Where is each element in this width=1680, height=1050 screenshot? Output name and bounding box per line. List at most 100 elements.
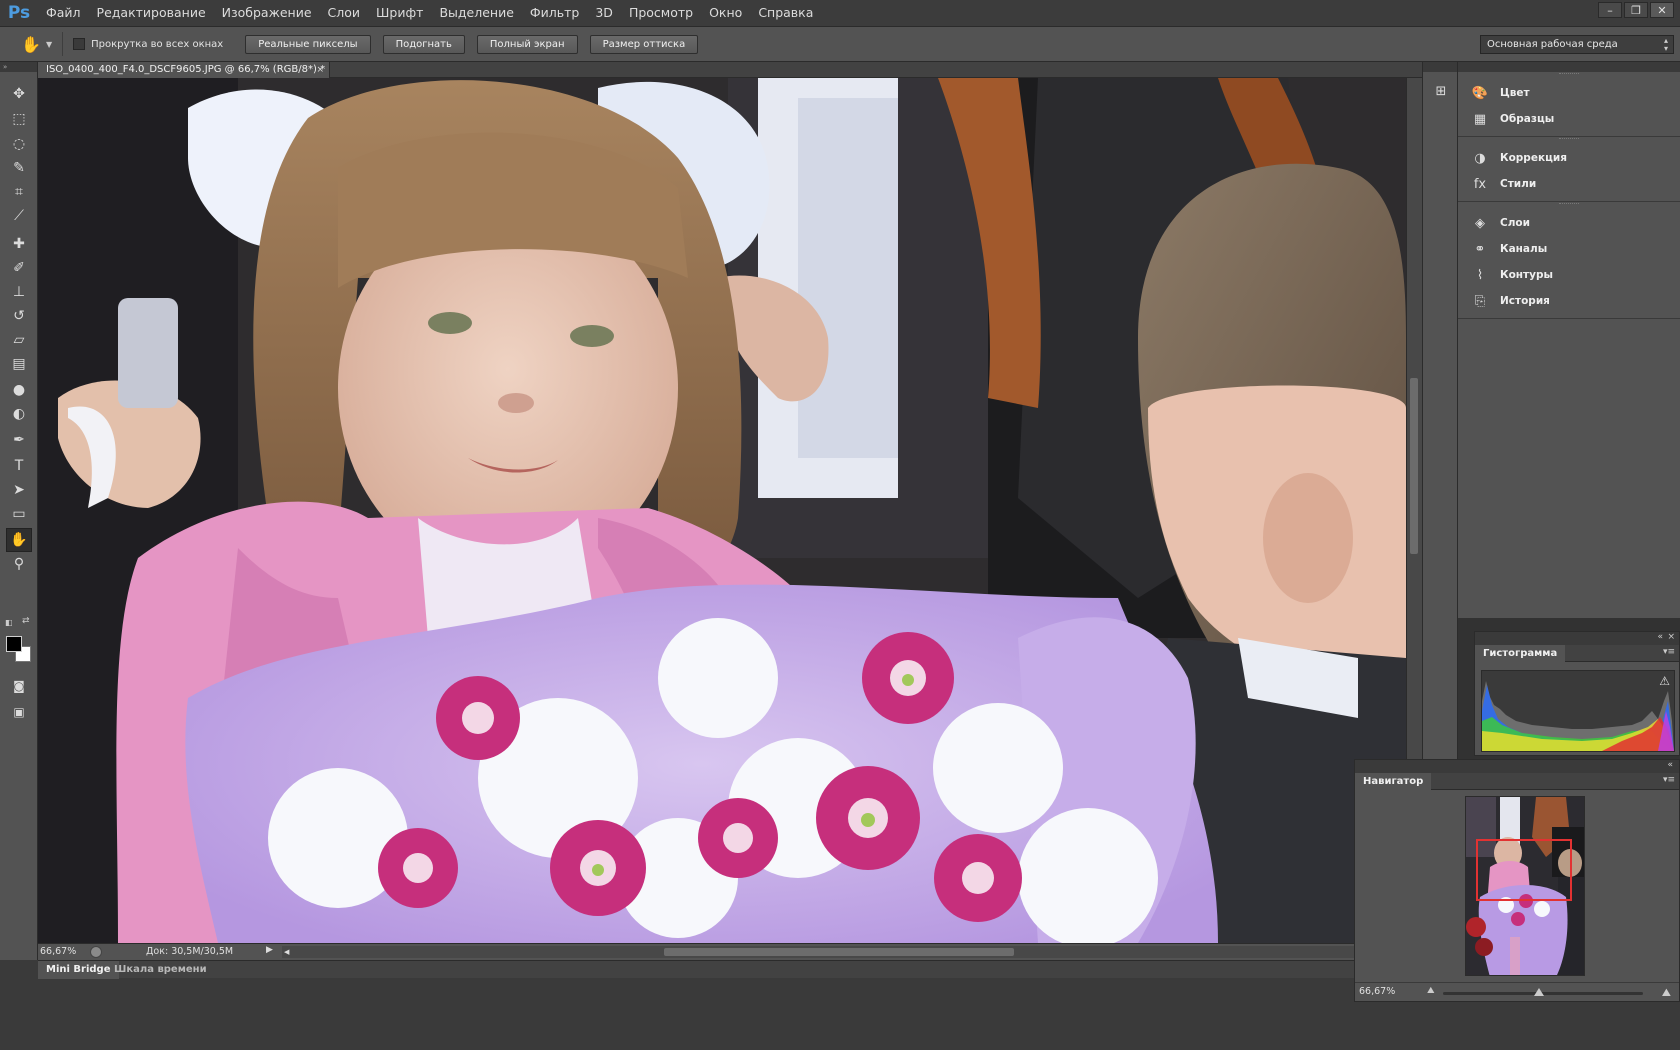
close-icon[interactable]: × [1667, 632, 1675, 642]
scroll-all-windows-checkbox[interactable] [73, 38, 86, 50]
menu-item-4[interactable]: Шрифт [368, 0, 431, 26]
horizontal-scroll-thumb[interactable] [664, 948, 1014, 956]
move-icon: ✥ [13, 86, 25, 102]
zoom-in-icon[interactable]: ⛰ [1662, 986, 1671, 1000]
zoom-slider[interactable] [1443, 988, 1643, 996]
menu-item-5[interactable]: Выделение [431, 0, 521, 26]
history-brush-tool[interactable]: ↺ [6, 304, 32, 328]
navigator-thumbnail[interactable] [1465, 796, 1585, 976]
move-tool[interactable]: ✥ [6, 82, 32, 106]
healing-brush-tool[interactable]: ✚ [6, 232, 32, 256]
dock-item-history[interactable]: ⎘ История [1458, 288, 1680, 314]
document-canvas[interactable] [38, 78, 1406, 943]
eyedropper-tool[interactable]: ⟋ [6, 204, 32, 228]
navigator-view-box[interactable] [1476, 839, 1572, 901]
zoom-tool[interactable]: ⚲ [6, 552, 32, 576]
menu-item-9[interactable]: Окно [701, 0, 750, 26]
workspace-select[interactable]: Основная рабочая среда ▴ ▾ [1480, 35, 1674, 54]
type-tool[interactable]: T [6, 454, 32, 478]
menu-item-7[interactable]: 3D [587, 0, 621, 26]
dock-item-layers[interactable]: ◈ Слои [1458, 210, 1680, 236]
dock-item-styles[interactable]: fx Стили [1458, 171, 1680, 197]
vertical-scroll-thumb[interactable] [1410, 378, 1418, 554]
close-icon[interactable]: × [316, 62, 324, 78]
print-size-button[interactable]: Размер оттиска [589, 34, 699, 54]
tab-histogram[interactable]: Гистограмма [1475, 645, 1566, 662]
dock-groups: 🎨 Цвет ▦ Образцы ◑ Коррекция fx Стили ◈ Слои ⚭ Кана… [1458, 72, 1680, 319]
pen-tool[interactable]: ✒ [6, 428, 32, 452]
dock-collapse-bar[interactable] [1458, 62, 1680, 72]
actual-pixels-button[interactable]: Реальные пикселы [245, 34, 371, 54]
clone-stamp-tool[interactable]: ⊥ [6, 280, 32, 304]
type-icon: T [14, 458, 24, 474]
properties-icon[interactable]: ⊞ [1431, 82, 1451, 100]
histogram-panel-header[interactable]: « × [1475, 632, 1679, 645]
options-divider [62, 32, 64, 56]
menu-item-3[interactable]: Слои [320, 0, 369, 26]
marquee-tool[interactable]: ⬚ [6, 107, 32, 131]
scroll-left-icon[interactable]: ◀ [284, 948, 289, 956]
blur-tool[interactable]: ● [6, 378, 32, 402]
rectangle-tool[interactable]: ▭ [6, 502, 32, 526]
gradient-tool[interactable]: ▤ [6, 352, 32, 376]
minimize-button[interactable]: – [1598, 2, 1622, 18]
dock-item-label: История [1500, 295, 1550, 307]
menu-item-10[interactable]: Справка [750, 0, 821, 26]
menu-item-1[interactable]: Редактирование [89, 0, 214, 26]
tab-navigator[interactable]: Навигатор [1355, 773, 1432, 790]
zoom-slider-knob[interactable] [1534, 988, 1544, 996]
crop-tool[interactable]: ⌗ [6, 180, 32, 204]
scroll-all-windows-option[interactable]: Прокрутка во всех окнах [73, 38, 223, 50]
horizontal-scrollbar[interactable]: ◀ ▶ [282, 946, 1402, 958]
collapse-icon[interactable]: « [1667, 760, 1673, 770]
collapse-icon[interactable]: « [1657, 632, 1663, 642]
fit-screen-button[interactable]: Подогнать [382, 34, 465, 54]
dock-item-channels[interactable]: ⚭ Каналы [1458, 236, 1680, 262]
menu-item-2[interactable]: Изображение [214, 0, 320, 26]
dock-strip-collapse[interactable] [1423, 62, 1457, 72]
hand-icon[interactable]: ✋ [18, 31, 44, 57]
status-menu-arrow-icon[interactable]: ▶ [266, 945, 273, 955]
dock-item-paths[interactable]: ⌇ Контуры [1458, 262, 1680, 288]
dodge-tool[interactable]: ◐ [6, 402, 32, 426]
zoom-out-icon[interactable]: ⛰ [1427, 986, 1435, 996]
maximize-button[interactable]: ❐ [1624, 2, 1648, 18]
path-selection-tool[interactable]: ➤ [6, 478, 32, 502]
lasso-tool[interactable]: ◌ [6, 132, 32, 156]
share-status-icon[interactable] [90, 946, 102, 958]
histogram-panel: « × Гистограмма ▾≡ ⚠ [1474, 631, 1680, 756]
zoom-field[interactable]: 66,67% [40, 945, 88, 959]
dock-item-adjustments[interactable]: ◑ Коррекция [1458, 145, 1680, 171]
quick-select-tool[interactable]: ✎ [6, 156, 32, 180]
tools-panel-collapse[interactable]: » [0, 62, 37, 72]
tool-preset-caret-icon[interactable]: ▼ [46, 40, 52, 49]
panel-menu-icon[interactable]: ▾≡ [1663, 647, 1675, 657]
swap-colors-icon[interactable]: ⇄ [22, 616, 30, 626]
navigator-zoom-field[interactable]: 66,67% [1359, 986, 1395, 997]
screen-mode-icon[interactable]: ▣ [6, 700, 32, 724]
menu-item-8[interactable]: Просмотр [621, 0, 701, 26]
select-arrows-icon: ▴ ▾ [1663, 36, 1668, 53]
default-colors-icon[interactable]: ◧ [5, 618, 13, 627]
dock-item-palette[interactable]: 🎨 Цвет [1458, 80, 1680, 106]
dock-item-swatches[interactable]: ▦ Образцы [1458, 106, 1680, 132]
quick-mask-icon[interactable]: ◙ [6, 674, 32, 698]
panel-menu-icon[interactable]: ▾≡ [1663, 775, 1675, 785]
dock-item-label: Коррекция [1500, 152, 1567, 164]
eraser-tool[interactable]: ▱ [6, 328, 32, 352]
hand-tool[interactable]: ✋ [6, 528, 32, 552]
foreground-color-swatch[interactable] [6, 636, 22, 652]
tab-timeline[interactable]: Шкала времени [106, 961, 215, 979]
menu-bar: Ps Файл Редактирование Изображение Слои Шриф… [0, 0, 1680, 26]
navigator-panel-header[interactable]: « [1355, 760, 1679, 773]
document-tab[interactable]: ISO_0400_400_F4.0_DSCF9605.JPG @ 66,7% (… [38, 62, 330, 78]
quick-select-icon: ✎ [13, 160, 25, 176]
brush-tool[interactable]: ✐ [6, 256, 32, 280]
blur-icon: ● [12, 382, 26, 398]
menu-item-0[interactable]: Файл [38, 0, 89, 26]
menu-item-6[interactable]: Фильтр [522, 0, 587, 26]
close-window-button[interactable]: ✕ [1650, 2, 1674, 18]
warning-icon[interactable]: ⚠ [1659, 674, 1670, 688]
layers-icon: ◈ [1475, 215, 1485, 231]
fill-screen-button[interactable]: Полный экран [476, 34, 578, 54]
